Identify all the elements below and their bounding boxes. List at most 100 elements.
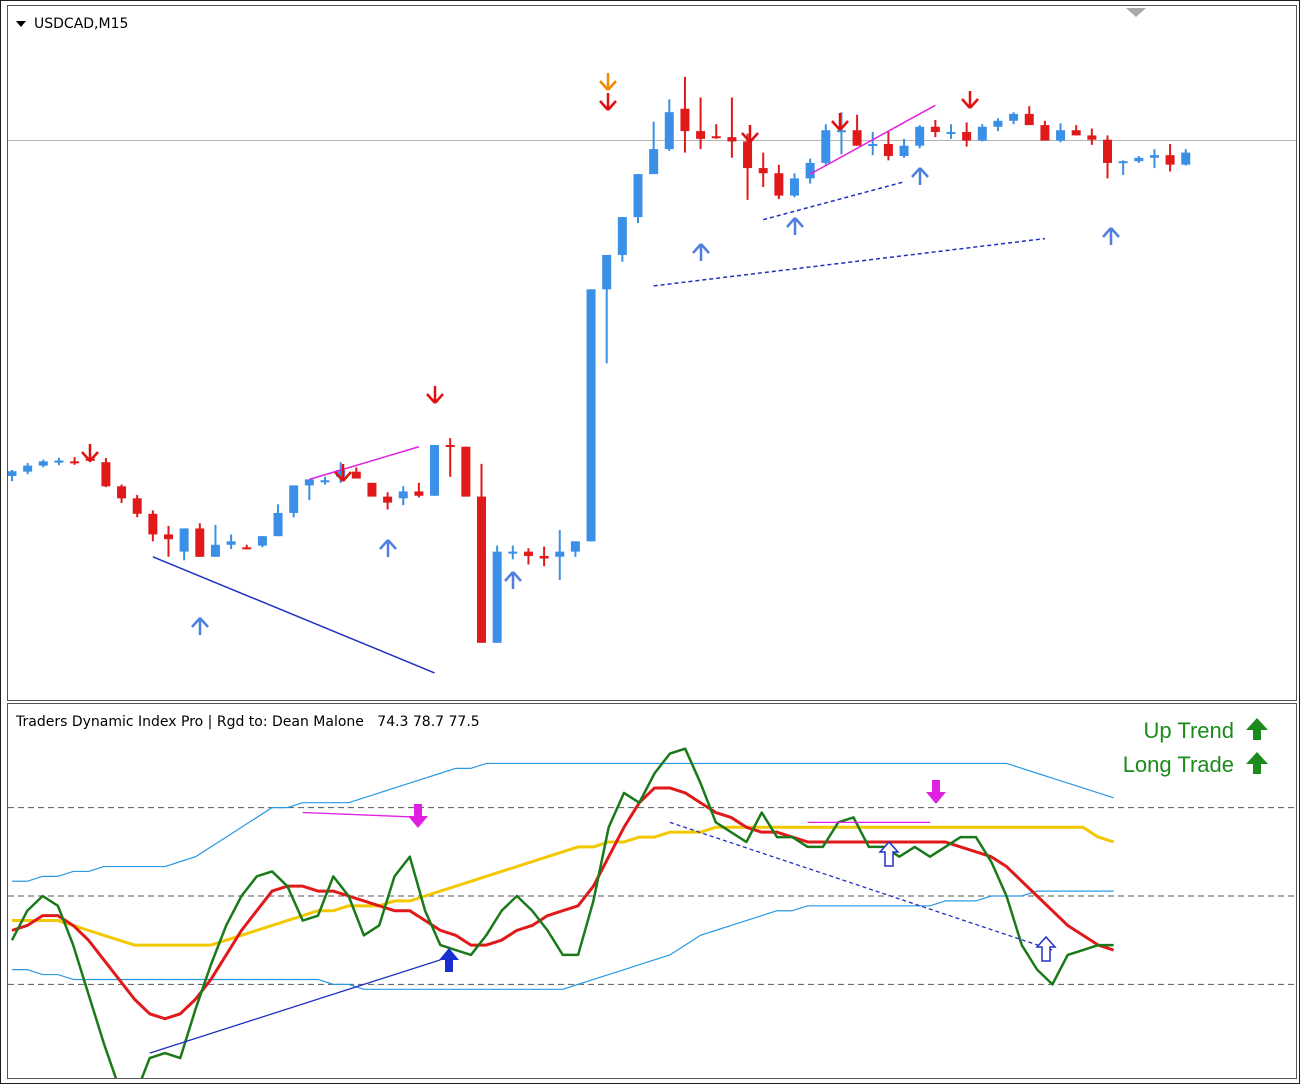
candle-bear <box>930 126 940 132</box>
buy-signal-arrow-icon <box>1102 227 1120 245</box>
long-trade-label: Long Trade <box>1123 750 1270 778</box>
candle-bear <box>1087 135 1097 140</box>
candle-bull <box>1009 113 1019 121</box>
price-chart-pane[interactable]: USDCAD,M15 <box>7 5 1297 701</box>
lower-volatility-band <box>12 890 1114 990</box>
candle-bull <box>210 544 220 557</box>
candle-bear <box>132 498 142 514</box>
candle-bull <box>1056 130 1066 141</box>
candle-bull <box>633 174 643 218</box>
bullish-divergence-line <box>149 959 441 1054</box>
candle-bull <box>790 178 799 196</box>
hidden-divergence-line <box>763 181 905 221</box>
sell-signal-arrow-icon <box>426 386 444 404</box>
candle-bull <box>492 551 502 643</box>
candle-bull <box>977 126 987 141</box>
candle-bull <box>38 461 48 466</box>
candle-bear <box>1103 139 1112 163</box>
candle-bull <box>555 551 565 557</box>
buy-signal-arrow-icon <box>504 571 522 589</box>
candle-bear <box>883 144 893 157</box>
candle-bear <box>461 446 471 497</box>
buy-signal-arrow-icon <box>692 243 710 261</box>
indicator-canvas[interactable] <box>8 704 1296 1078</box>
up-trend-label: Up Trend <box>1144 716 1271 744</box>
candle-bull <box>1134 157 1144 162</box>
candle-bull <box>179 528 189 552</box>
candle-bear <box>195 528 205 557</box>
arrow-up-icon <box>1246 718 1268 740</box>
candle-bear <box>70 461 80 464</box>
candle-bear <box>101 462 111 487</box>
candle-bull <box>23 465 33 472</box>
upper-volatility-band <box>12 762 1114 882</box>
candle-bull <box>915 126 925 146</box>
symbol-title: USDCAD,M15 <box>16 16 128 32</box>
symbol-title-label: USDCAD,M15 <box>34 16 129 32</box>
candle-bear <box>1040 125 1050 141</box>
candle-bull <box>805 162 815 179</box>
sell-signal-arrow-icon <box>831 113 849 131</box>
candle-bear <box>962 131 972 141</box>
candle-bull <box>508 551 518 554</box>
candle-bull <box>602 254 612 290</box>
indicator-pane[interactable]: Traders Dynamic Index Pro | Rgd to: Dean… <box>7 703 1297 1079</box>
hollow-up-arrow-icon <box>1035 935 1057 962</box>
candle-bear <box>523 551 533 556</box>
candle-bear <box>680 108 690 132</box>
candle-bull <box>570 541 580 552</box>
chart-shift-marker-icon[interactable] <box>1126 8 1146 17</box>
candle-bull <box>226 541 236 545</box>
bearish-divergence-line <box>309 446 420 481</box>
candle-bull <box>320 480 330 483</box>
candle-bear <box>477 496 486 643</box>
indicator-name: Traders Dynamic Index Pro | Rgd to: Dean… <box>16 714 364 730</box>
candle-bear <box>852 130 862 146</box>
candle-bear <box>148 513 158 535</box>
candle-bull <box>586 289 596 542</box>
indicator-values: 74.3 78.7 77.5 <box>377 714 480 730</box>
sell-signal-arrow-icon <box>599 93 617 111</box>
candle-bull <box>821 130 831 163</box>
candle-bear <box>414 491 424 496</box>
long-trade-text: Long Trade <box>1122 752 1234 777</box>
candle-bull <box>8 471 17 476</box>
buy-signal-arrow-icon <box>911 167 929 185</box>
candle-bull <box>273 512 283 537</box>
candle-bear <box>164 534 173 540</box>
candle-bull <box>398 491 408 499</box>
warning-arrow-icon <box>599 73 617 91</box>
chevron-down-icon[interactable] <box>16 21 26 27</box>
candle-bull <box>1118 161 1128 164</box>
candle-bear <box>1071 130 1081 136</box>
window-frame: USDCAD,M15 Traders Dynamic Index Pro | R… <box>0 0 1300 1084</box>
sell-signal-arrow-icon <box>741 125 759 143</box>
candle-bull <box>304 479 314 486</box>
candle-bear <box>1024 113 1034 126</box>
candle-bull <box>899 145 909 157</box>
price-chart-canvas[interactable] <box>8 6 1296 700</box>
candle-bear <box>696 131 706 139</box>
up-trend-text: Up Trend <box>1143 718 1235 743</box>
candle-bear <box>1165 155 1175 165</box>
candle-bull <box>289 485 299 513</box>
candle-bear <box>711 136 721 139</box>
candle-bull <box>617 217 627 255</box>
candle-bear <box>383 496 393 503</box>
candle-bull <box>430 445 440 496</box>
candle-bull <box>257 536 267 546</box>
candle-bull <box>993 120 1003 127</box>
candle-bull <box>649 149 659 175</box>
arrow-up-icon <box>1246 752 1268 774</box>
candle-bull <box>54 460 64 463</box>
candle-bear <box>242 547 252 550</box>
candle-bull <box>664 112 674 150</box>
candle-bull <box>946 131 956 134</box>
rsi-price-line <box>10 747 1114 1078</box>
sell-signal-arrow-icon <box>81 444 99 462</box>
buy-signal-arrow-icon <box>786 217 804 235</box>
indicator-title: Traders Dynamic Index Pro | Rgd to: Dean… <box>16 714 480 730</box>
candle-bear <box>758 168 768 174</box>
hidden-divergence-line <box>653 237 1045 287</box>
sell-signal-arrow-icon <box>926 780 946 804</box>
